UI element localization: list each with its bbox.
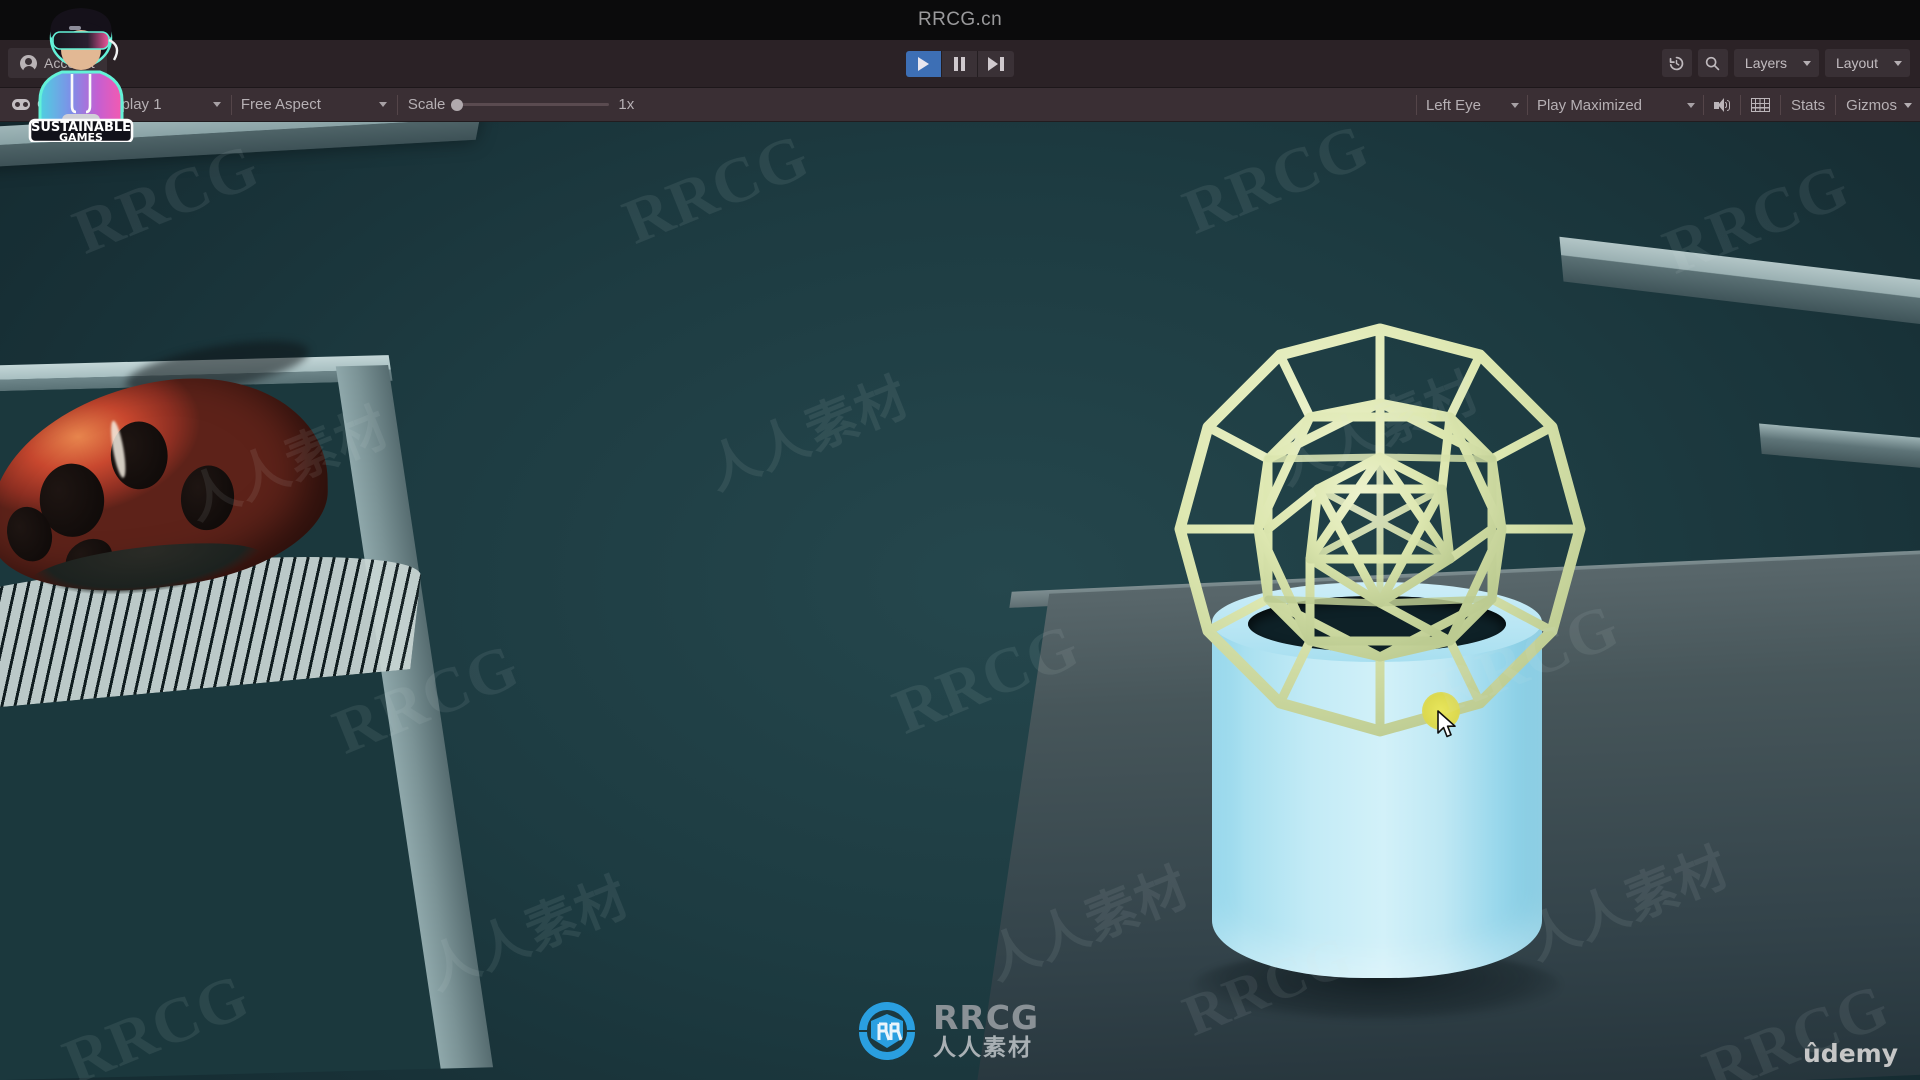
step-forward-icon [988,56,1004,71]
chevron-down-icon [1510,102,1519,108]
layers-dropdown[interactable]: Layers [1733,49,1819,77]
geodesic-sphere[interactable] [1150,307,1610,767]
ladybug-spot [177,460,238,536]
play-mode-dropdown[interactable]: Play Maximized [1528,88,1703,122]
play-button[interactable] [906,50,942,77]
watermark-tile: 人人素材 [698,367,918,503]
history-undo-icon [1670,56,1684,70]
play-icon [918,56,929,71]
scale-value: 1x [618,96,635,113]
gizmos-label: Gizmos [1846,96,1897,114]
window-title-bar: RRCG.cn [0,0,1920,40]
chevron-down-icon [1894,60,1902,66]
gizmos-dropdown[interactable]: Gizmos [1836,88,1920,122]
mouse-cursor [1437,710,1456,738]
unity-main-toolbar: Account [0,40,1920,109]
layout-label: Layout [1835,55,1878,71]
layout-dropdown[interactable]: Layout [1824,49,1910,77]
grid-icon [1750,98,1770,112]
scale-label: Scale [407,96,446,113]
rrcg-wordmark: RRCG 人人素材 [933,1001,1039,1060]
stats-button[interactable]: Stats [1781,88,1835,122]
rrcg-shield-icon [859,1002,915,1060]
aspect-ratio-label: Free Aspect [240,96,321,113]
aspect-ratio-dropdown[interactable]: Free Aspect [232,88,397,122]
watermark-tile: RRCG [1173,122,1379,248]
scale-slider[interactable] [451,98,610,111]
sustainable-games-logo: SUSTAINABLE GAMES [28,8,134,142]
rrcg-wordmark-en: RRCG [933,997,1040,1037]
watermark-tile: RRCG [613,122,819,258]
game-view-scene[interactable]: RRCG人人素材RRCG人人素材RRCG人人素材RRCGRRCG人人素材RRCG… [0,122,1920,1080]
chevron-down-icon [212,102,221,107]
grid-toggle-button[interactable] [1741,88,1780,122]
playback-controls [906,50,1014,77]
scale-slider-handle[interactable] [451,98,464,111]
search-button[interactable] [1697,49,1728,77]
play-mode-label: Play Maximized [1536,96,1642,114]
shelf-slab-far-right [1759,423,1920,471]
stats-label: Stats [1790,96,1826,114]
toolbar-right-group: Layers Layout [1661,49,1910,77]
speaker-icon [1713,98,1730,112]
step-button[interactable] [978,50,1014,77]
pause-button[interactable] [942,50,978,77]
eye-selector-dropdown[interactable]: Left Eye [1417,88,1527,122]
chevron-down-icon [1686,102,1695,108]
shelf-slab-right [1559,236,1920,332]
channel-logo-line2: GAMES [59,131,103,142]
rrcg-wordmark-cn: 人人素材 [933,1034,1033,1061]
chevron-down-icon [1904,102,1912,108]
game-view-toolbar: Game Display 1 Free Aspect Scale 1x Left… [0,88,1920,122]
pause-icon [953,56,966,71]
rrcg-watermark-logo: RRCG 人人素材 [855,995,1065,1065]
layers-label: Layers [1744,55,1787,71]
scale-control: Scale 1x [398,88,644,122]
chevron-down-icon [1802,60,1811,66]
mute-audio-button[interactable] [1704,88,1740,122]
game-toolbar-right-group: Left Eye Play Maximized Stats Gizmos [1415,88,1920,122]
chevron-down-icon [378,102,387,107]
history-button[interactable] [1661,49,1692,77]
udemy-watermark: ûdemy [1803,1039,1898,1068]
ladybug-image [0,330,456,719]
eye-selector-label: Left Eye [1425,96,1482,114]
window-title: RRCG.cn [917,9,1003,30]
search-icon [1706,56,1720,70]
application-window: RRCG.cn Account [0,0,1920,1080]
